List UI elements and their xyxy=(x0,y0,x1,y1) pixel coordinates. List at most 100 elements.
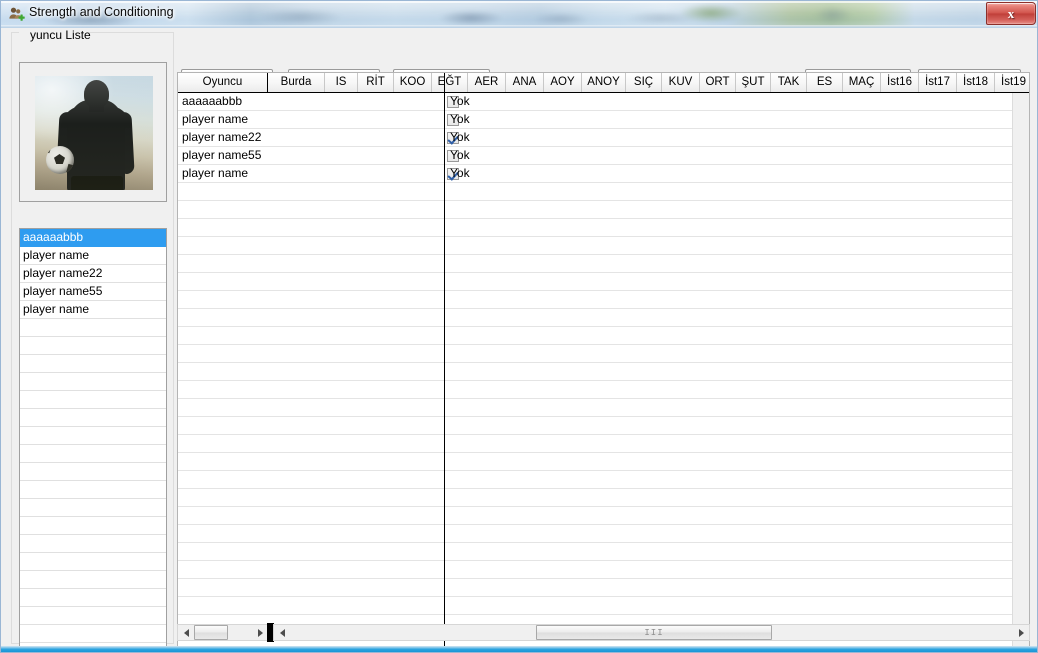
list-item-empty[interactable] xyxy=(20,409,166,427)
scroll-left-arrow-icon[interactable] xyxy=(178,625,194,640)
list-item-empty[interactable] xyxy=(20,427,166,445)
grid-vertical-scrollbar-track[interactable] xyxy=(1012,93,1029,646)
table-row-empty[interactable] xyxy=(178,327,1029,345)
grid-column-header[interactable]: IS xyxy=(325,73,358,92)
list-item-empty[interactable] xyxy=(20,517,166,535)
grid-column-header[interactable]: İst16 xyxy=(881,73,919,92)
cell-burda-label: Yok xyxy=(450,94,470,108)
table-row-empty[interactable] xyxy=(178,273,1029,291)
table-row-empty[interactable] xyxy=(178,183,1029,201)
table-row-empty[interactable] xyxy=(178,255,1029,273)
grid-column-header[interactable]: SIÇ xyxy=(626,73,662,92)
left-scrollbar-track[interactable] xyxy=(194,625,252,640)
grid-scroll-right-arrow-icon[interactable] xyxy=(1013,625,1029,640)
grid-header-row: Oyuncu Burda IS RİT KOO EĞT AER ANA AOY ANOY SIÇ KU… xyxy=(178,73,1029,93)
table-row-empty[interactable] xyxy=(178,435,1029,453)
grid-column-header[interactable]: RİT xyxy=(358,73,394,92)
grid-scrollbar-track[interactable]: III xyxy=(290,625,1013,640)
grid-scroll-left-arrow-icon[interactable] xyxy=(274,625,290,640)
grid-column-header[interactable]: ŞUT xyxy=(736,73,771,92)
users-add-icon xyxy=(8,6,25,23)
list-item[interactable]: player name xyxy=(20,301,166,319)
list-item-empty[interactable] xyxy=(20,535,166,553)
list-item-empty[interactable] xyxy=(20,625,166,643)
close-button[interactable]: x xyxy=(986,2,1036,25)
table-row-empty[interactable] xyxy=(178,471,1029,489)
list-item-empty[interactable] xyxy=(20,607,166,625)
grid-horizontal-scrollbar[interactable]: III xyxy=(273,624,1030,641)
cell-oyuncu: player name xyxy=(182,166,249,180)
table-row-empty[interactable] xyxy=(178,201,1029,219)
table-row-empty[interactable] xyxy=(178,597,1029,615)
left-scrollbar-thumb[interactable] xyxy=(194,625,228,640)
list-item-empty[interactable] xyxy=(20,481,166,499)
grid-scrollbar-thumb[interactable]: III xyxy=(536,625,772,640)
table-row-empty[interactable] xyxy=(178,345,1029,363)
table-row-empty[interactable] xyxy=(178,579,1029,597)
list-item[interactable]: aaaaaabbb xyxy=(20,229,166,247)
list-item-empty[interactable] xyxy=(20,445,166,463)
table-row-empty[interactable] xyxy=(178,525,1029,543)
list-item-empty[interactable] xyxy=(20,589,166,607)
scrollbar-grip-icon: III xyxy=(644,627,664,638)
table-row-empty[interactable] xyxy=(178,381,1029,399)
table-row-empty[interactable] xyxy=(178,417,1029,435)
list-item-empty[interactable] xyxy=(20,391,166,409)
scroll-right-arrow-icon[interactable] xyxy=(252,625,268,640)
cell-oyuncu: player name xyxy=(182,112,249,126)
grid-column-header[interactable]: Burda xyxy=(268,73,325,92)
table-row-empty[interactable] xyxy=(178,399,1029,417)
table-row-empty[interactable] xyxy=(178,363,1029,381)
table-row[interactable]: aaaaaabbb Yok xyxy=(178,93,1029,111)
list-item-empty[interactable] xyxy=(20,571,166,589)
grid-column-header[interactable]: ORT xyxy=(700,73,736,92)
groupbox-label: yuncu Liste xyxy=(30,28,91,42)
player-photo xyxy=(35,76,153,190)
left-horizontal-scrollbar[interactable] xyxy=(177,624,269,641)
list-item-empty[interactable] xyxy=(20,319,166,337)
photo-haze xyxy=(35,76,153,190)
table-row-empty[interactable] xyxy=(178,219,1029,237)
grid-column-header[interactable]: KOO xyxy=(394,73,432,92)
player-listbox[interactable]: aaaaaabbb player name player name22 player … xyxy=(19,228,167,652)
grid-body: aaaaaabbb Yok player name Yok player name22 Y… xyxy=(178,93,1029,646)
grid-column-header[interactable]: TAK xyxy=(771,73,807,92)
table-row-empty[interactable] xyxy=(178,309,1029,327)
player-data-grid[interactable]: Oyuncu Burda IS RİT KOO EĞT AER ANA AOY ANOY SIÇ KU… xyxy=(177,72,1030,647)
table-row-empty[interactable] xyxy=(178,237,1029,255)
grid-column-header[interactable]: İst19 xyxy=(995,73,1029,92)
list-item-empty[interactable] xyxy=(20,337,166,355)
table-row-empty[interactable] xyxy=(178,543,1029,561)
grid-column-header[interactable]: AOY xyxy=(544,73,582,92)
list-item-empty[interactable] xyxy=(20,355,166,373)
window-bottom-edge xyxy=(1,646,1037,652)
grid-column-header[interactable]: KUV xyxy=(662,73,700,92)
grid-column-header[interactable]: AER xyxy=(468,73,506,92)
list-item-empty[interactable] xyxy=(20,463,166,481)
grid-column-header[interactable]: ANOY xyxy=(582,73,626,92)
grid-column-header[interactable]: ES xyxy=(807,73,843,92)
grid-column-header[interactable]: İst18 xyxy=(957,73,995,92)
grid-column-header[interactable]: Oyuncu xyxy=(178,73,268,92)
list-item[interactable]: player name55 xyxy=(20,283,166,301)
table-row-empty[interactable] xyxy=(178,507,1029,525)
grid-column-header[interactable]: MAÇ xyxy=(843,73,881,92)
table-row-empty[interactable] xyxy=(178,291,1029,309)
cell-burda-label: Yok xyxy=(450,130,470,144)
table-row[interactable]: player name22 Yok xyxy=(178,129,1029,147)
list-item-empty[interactable] xyxy=(20,553,166,571)
list-item[interactable]: player name xyxy=(20,247,166,265)
table-row[interactable]: player name Yok xyxy=(178,165,1029,183)
grid-column-header[interactable]: ANA xyxy=(506,73,544,92)
window-title: Strength and Conditioning xyxy=(29,5,174,19)
grid-column-header[interactable]: EĞT xyxy=(432,73,468,92)
list-item-empty[interactable] xyxy=(20,373,166,391)
table-row-empty[interactable] xyxy=(178,453,1029,471)
list-item[interactable]: player name22 xyxy=(20,265,166,283)
table-row[interactable]: player name Yok xyxy=(178,111,1029,129)
table-row-empty[interactable] xyxy=(178,561,1029,579)
table-row[interactable]: player name55 Yok xyxy=(178,147,1029,165)
list-item-empty[interactable] xyxy=(20,499,166,517)
table-row-empty[interactable] xyxy=(178,489,1029,507)
grid-column-header[interactable]: İst17 xyxy=(919,73,957,92)
